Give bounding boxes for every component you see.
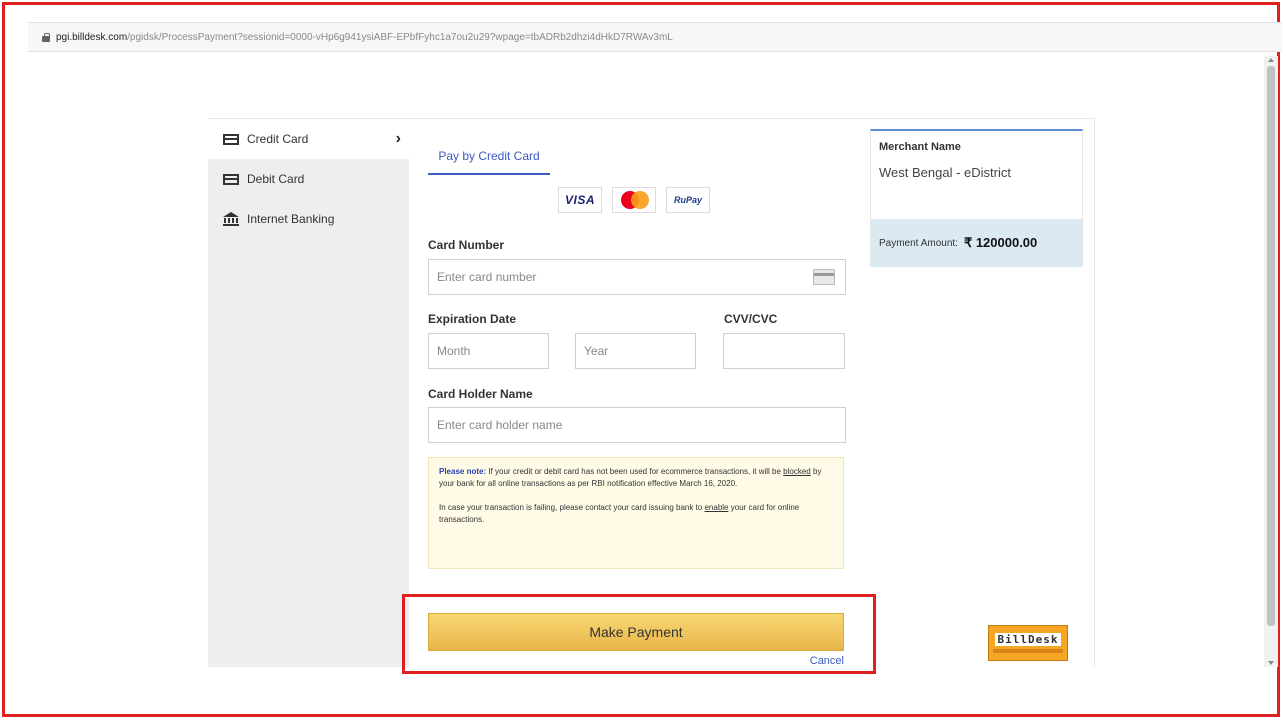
expiry-month-select[interactable]: Month (428, 333, 549, 369)
rupay-logo: RuPay (666, 187, 710, 213)
mastercard-logo (612, 187, 656, 213)
notice-prefix: Please note: (439, 467, 487, 476)
page-scrollbar[interactable] (1264, 56, 1278, 667)
year-placeholder: Year (584, 344, 609, 358)
payment-amount: ₹ 120000.00 (963, 235, 1038, 250)
cvv-label: CVV/CVC (724, 312, 778, 326)
billdesk-logo: BillDesk (988, 625, 1068, 661)
rbi-notice: Please note: If your credit or debit car… (428, 457, 844, 569)
lock-icon (42, 33, 50, 42)
notice-text: If your credit or debit card has not bee… (486, 467, 784, 476)
card-holder-label: Card Holder Name (428, 387, 533, 401)
nav-item-internet-banking[interactable]: Internet Banking (208, 199, 409, 239)
nav-item-label: Credit Card (247, 132, 309, 146)
payment-amount-label: Payment Amount: (879, 237, 958, 249)
payment-method-nav: Credit Card › Debit Card Internet Bankin… (208, 119, 409, 667)
nav-item-credit-card[interactable]: Credit Card › (208, 119, 409, 159)
tab-pay-by-credit-card[interactable]: Pay by Credit Card (428, 141, 550, 175)
url-domain: pgi.billdesk.com (56, 31, 128, 43)
expiry-label: Expiration Date (428, 312, 517, 326)
card-holder-placeholder: Enter card holder name (437, 418, 563, 432)
billdesk-wordmark: BillDesk (994, 633, 1062, 646)
chevron-right-icon: › (395, 130, 401, 147)
debit-card-icon (223, 173, 239, 185)
url-path: /pgidsk/ProcessPayment?sessionid=0000-vH… (127, 31, 673, 43)
month-placeholder: Month (437, 344, 471, 358)
enable-link[interactable]: enable (704, 503, 728, 512)
annotation-highlight-box (402, 594, 876, 674)
card-number-label: Card Number (428, 238, 505, 252)
nav-item-label: Debit Card (247, 172, 305, 186)
merchant-summary: Merchant Name West Bengal - eDistrict Pa… (870, 129, 1083, 267)
merchant-name: West Bengal - eDistrict (879, 165, 1011, 180)
credit-card-form: Pay by Credit Card VISA RuPay Card Numbe… (428, 119, 848, 667)
address-bar[interactable]: pgi.billdesk.com /pgidsk/ProcessPayment?… (28, 22, 1282, 52)
merchant-name-label: Merchant Name (879, 141, 961, 153)
card-number-input[interactable]: Enter card number (428, 259, 846, 295)
scrollbar-thumb[interactable] (1267, 66, 1275, 626)
card-number-placeholder: Enter card number (437, 270, 537, 284)
expiry-year-select[interactable]: Year (575, 333, 696, 369)
card-holder-input[interactable]: Enter card holder name (428, 407, 846, 443)
visa-logo: VISA (558, 187, 602, 213)
scroll-up-icon[interactable] (1268, 58, 1274, 62)
bank-icon (223, 212, 239, 226)
card-icon (813, 269, 835, 285)
nav-item-debit-card[interactable]: Debit Card (208, 159, 409, 199)
scroll-down-icon[interactable] (1268, 661, 1274, 665)
notice-text: In case your transaction is failing, ple… (439, 503, 705, 512)
payment-amount-row: Payment Amount: ₹ 120000.00 (871, 219, 1082, 267)
blocked-link[interactable]: blocked (783, 467, 811, 476)
payment-panel: Credit Card › Debit Card Internet Bankin… (208, 118, 1095, 667)
cvv-input[interactable] (723, 333, 845, 369)
credit-card-icon (223, 133, 239, 145)
nav-item-label: Internet Banking (247, 212, 335, 226)
card-brand-logos: VISA RuPay (558, 187, 710, 213)
